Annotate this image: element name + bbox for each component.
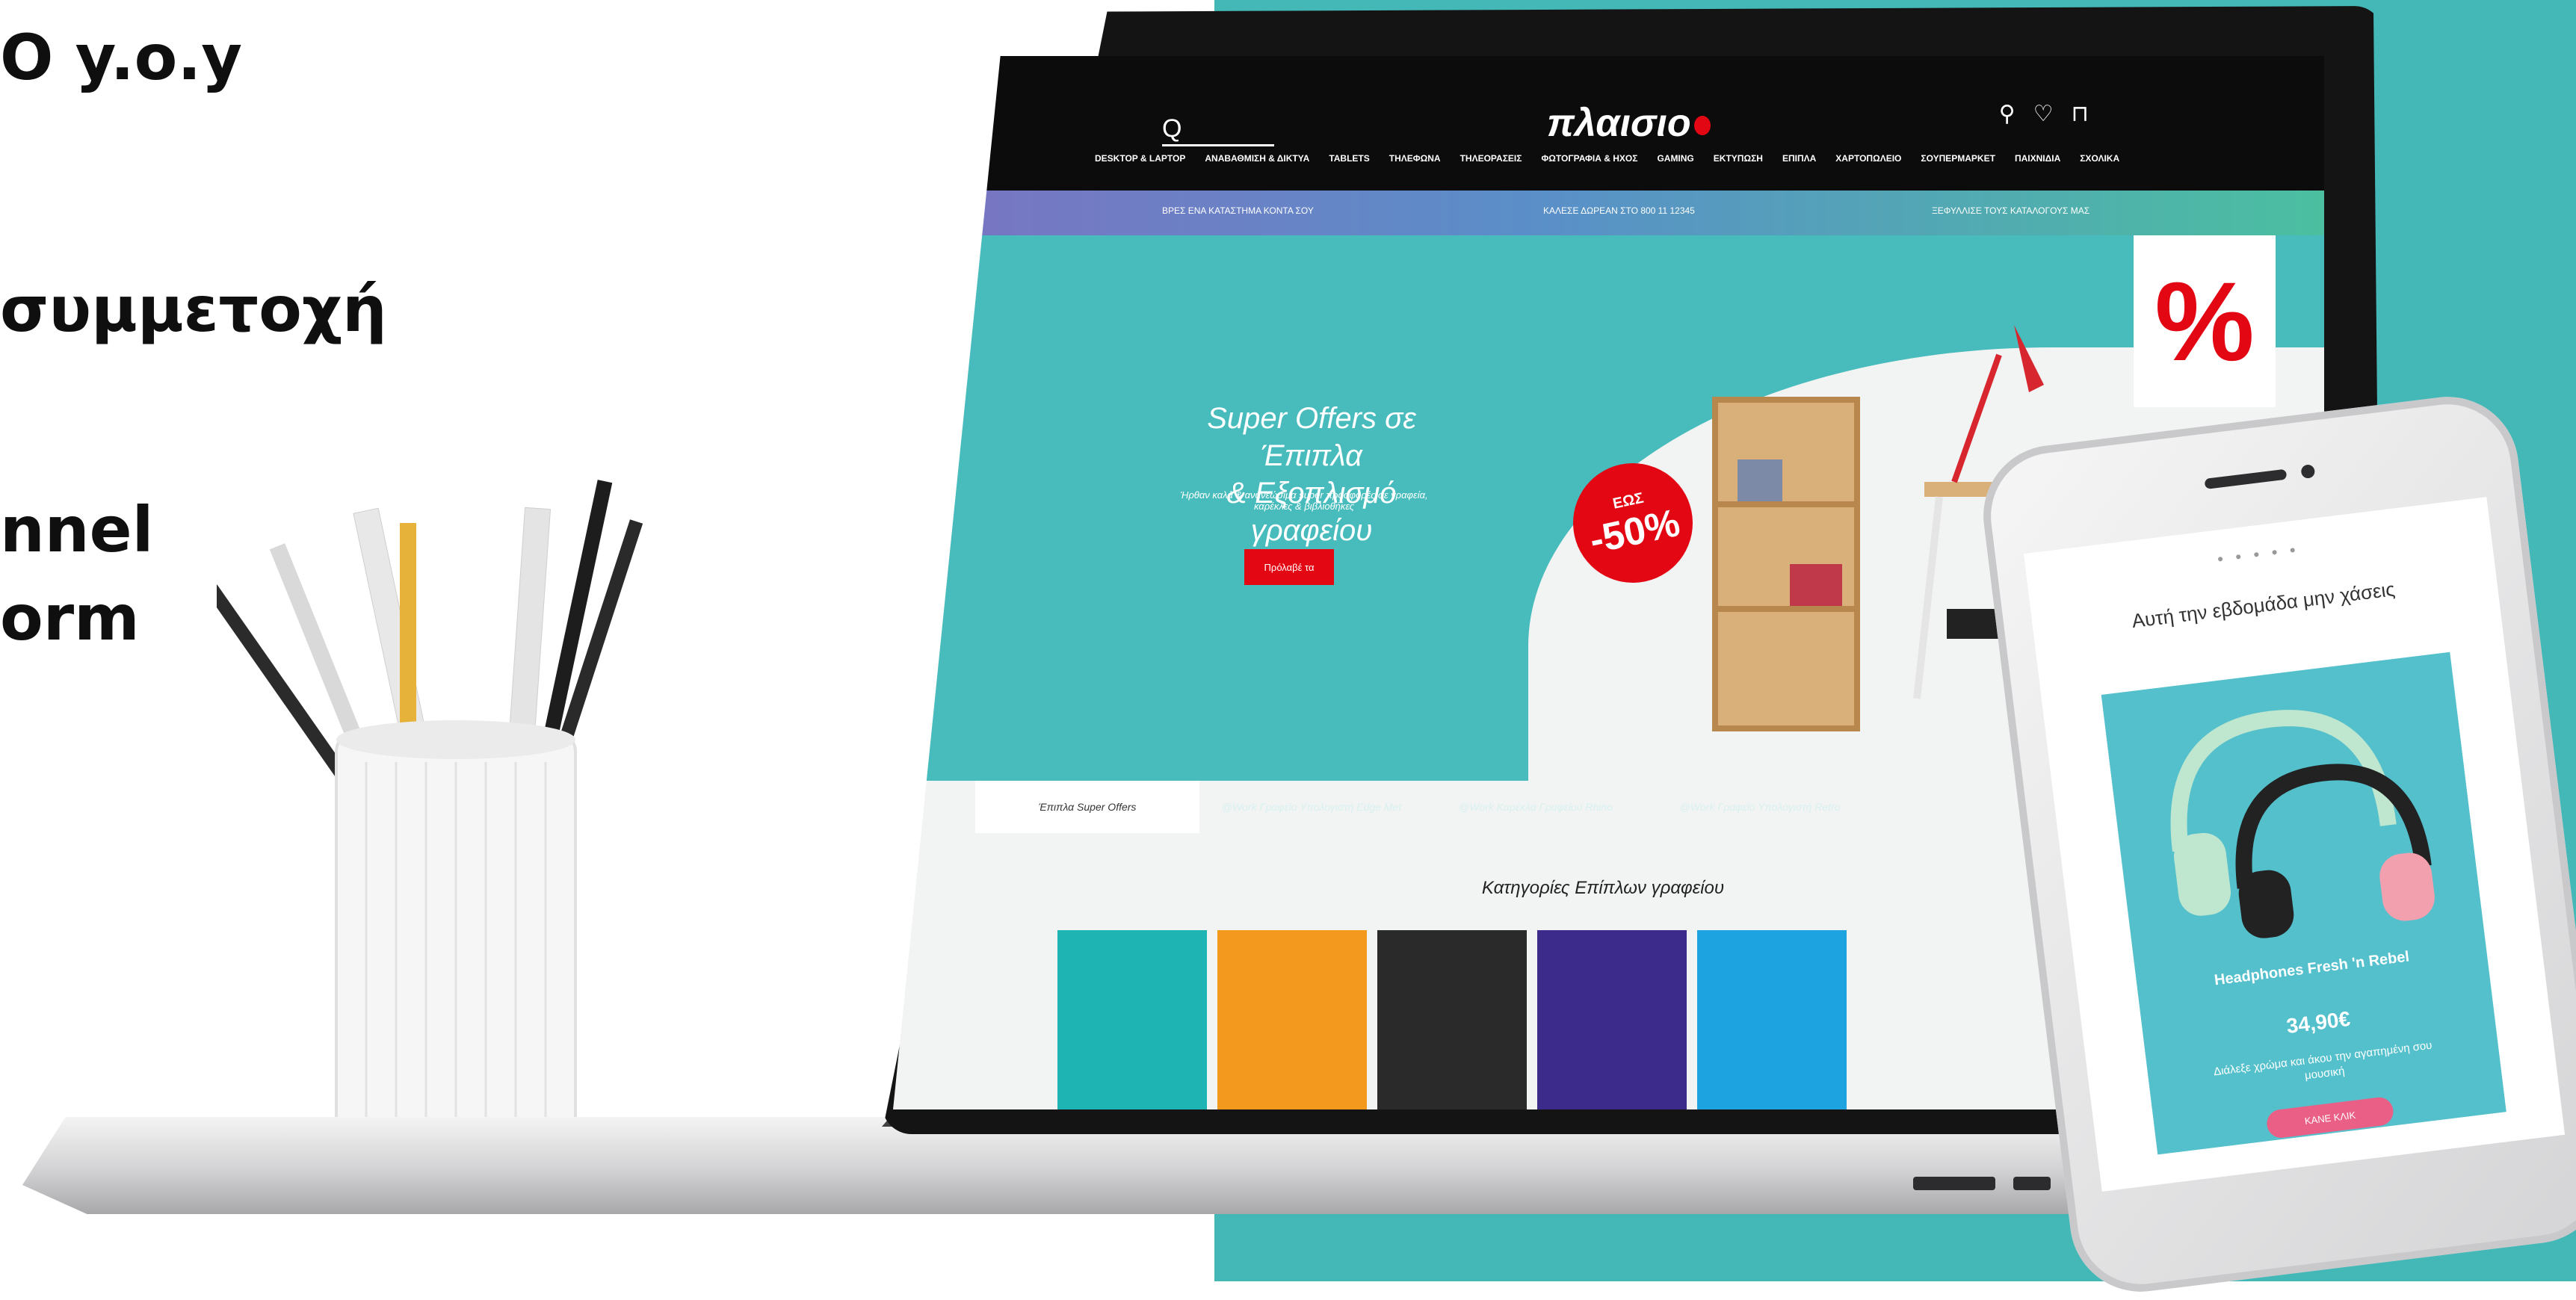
left-text-line-4: orm bbox=[0, 581, 140, 654]
percent-sign-tag: % bbox=[2134, 235, 2276, 407]
category-tile-footrest[interactable] bbox=[1217, 930, 1367, 1109]
hero-title-line-1: Super Offers σε Έπιπλα bbox=[1207, 402, 1416, 472]
hero-title-line-2: & Εξοπλισμό γραφείου bbox=[1226, 477, 1397, 547]
info-strip: ΒΡΕΣ ΕΝΑ ΚΑΤΑΣΤΗΜΑ ΚΟΝΤΑ ΣΟΥ ΚΑΛΕΣΕ ΔΩΡΕ… bbox=[893, 191, 2324, 235]
phone-screen: ● ● ● ● ● Αυτή την εβδομάδα μην χάσεις H… bbox=[2023, 497, 2566, 1192]
nav-item[interactable]: DESKTOP & LAPTOP bbox=[1095, 153, 1185, 176]
nav-item[interactable]: ΦΩΤΟΓΡΑΦΙΑ & ΗΧΟΣ bbox=[1541, 153, 1637, 176]
site-header: Q πλαισιο ⚲ ♡ ⊓ bbox=[893, 56, 2324, 149]
category-nav: DESKTOP & LAPTOP ΑΝΑΒΑΘΜΙΣΗ & ΔΙΚΤΥΑ TAB… bbox=[1095, 153, 2216, 176]
tab-rhino[interactable]: @Work Καρέκλα Γραφείου Rhino bbox=[1424, 781, 1648, 833]
offer-tabs: Έπιπλα Super Offers @Work Γραφείο Υπολογ… bbox=[975, 781, 2096, 833]
site-logo[interactable]: πλαισιο bbox=[1547, 101, 1711, 146]
left-text-line-2: συμμετοχή bbox=[0, 273, 387, 346]
logo-dot bbox=[1693, 116, 1711, 136]
user-icon[interactable]: ⚲ bbox=[1999, 101, 2016, 127]
hero-title: Super Offers σε Έπιπλα & Εξοπλισμό γραφε… bbox=[1162, 400, 1461, 549]
header-icons: ⚲ ♡ ⊓ bbox=[1999, 101, 2089, 127]
tab-edge-met[interactable]: @Work Γραφείο Υπολογιστή Edge Met bbox=[1199, 781, 1424, 833]
phone-link[interactable]: ΚΑΛΕΣΕ ΔΩΡΕΑΝ ΣΤΟ 800 11 12345 bbox=[1543, 205, 1695, 216]
nav-item[interactable]: ΣΧΟΛΙΚΑ bbox=[2080, 153, 2119, 176]
search-icon: Q bbox=[1162, 114, 1182, 143]
category-tiles bbox=[1057, 930, 1847, 1109]
pencil-cup-illustration bbox=[217, 480, 643, 1167]
cart-icon[interactable]: ⊓ bbox=[2072, 101, 2089, 127]
hero-subtitle: Ήρθαν καλά & ανανεώσιμα super προσφορές … bbox=[1180, 489, 1428, 512]
nav-item[interactable]: ΑΝΑΒΑΘΜΙΣΗ & ΔΙΚΤΥΑ bbox=[1205, 153, 1309, 176]
phone-cta-button[interactable]: ΚΑΝΕ ΚΛΙΚ bbox=[2265, 1095, 2395, 1140]
product-card[interactable]: Headphones Fresh 'n Rebel 34,90€ Διάλεξε… bbox=[2101, 651, 2506, 1155]
catalogs-link[interactable]: ΞΕΦΥΛΛΙΣΕ ΤΟΥΣ ΚΑΤΑΛΟΓΟΥΣ ΜΑΣ bbox=[1932, 205, 2089, 216]
nav-item[interactable]: ΣΟΥΠΕΡΜΑΡΚΕΤ bbox=[1921, 153, 1995, 176]
hero-cta-button[interactable]: Πρόλαβέ τα bbox=[1244, 549, 1334, 585]
store-locator-link[interactable]: ΒΡΕΣ ΕΝΑ ΚΑΤΑΣΤΗΜΑ ΚΟΝΤΑ ΣΟΥ bbox=[1162, 205, 1314, 216]
category-tile-trays[interactable] bbox=[1697, 930, 1847, 1109]
nav-item[interactable]: ΕΠΙΠΛΑ bbox=[1782, 153, 1816, 176]
tab-retro[interactable]: @Work Γραφείο Υπολογιστή Retro bbox=[1648, 781, 1872, 833]
category-tile-desks[interactable] bbox=[1377, 930, 1527, 1109]
categories-title: Κατηγορίες Επίπλων γραφείου bbox=[1481, 878, 1725, 898]
smartphone: ● ● ● ● ● Αυτή την εβδομάδα μην χάσεις H… bbox=[1975, 389, 2576, 1300]
nav-item[interactable]: ΤΗΛΕΟΡΑΣΕΙΣ bbox=[1460, 153, 1522, 176]
headphones-image bbox=[2170, 710, 2435, 938]
phone-heading: Αυτή την εβδομάδα μην χάσεις bbox=[2131, 578, 2397, 633]
nav-item[interactable]: ΧΑΡΤΟΠΩΛΕΙΟ bbox=[1835, 153, 1901, 176]
nav-item[interactable]: TABLETS bbox=[1329, 153, 1369, 176]
product-description: Διάλεξε χρώμα και άκου την αγαπημένη σου… bbox=[2213, 1039, 2433, 1083]
tab-super-offers[interactable]: Έπιπλα Super Offers bbox=[975, 781, 1199, 833]
category-tile-chairs[interactable] bbox=[1057, 930, 1207, 1109]
left-text-line-3: nnel bbox=[0, 493, 154, 566]
badge-percent: -50% bbox=[1585, 501, 1684, 563]
logo-text: πλαισιο bbox=[1547, 102, 1691, 145]
nav-item[interactable]: ΕΚΤΥΠΩΣΗ bbox=[1714, 153, 1763, 176]
nav-item[interactable]: GAMING bbox=[1657, 153, 1693, 176]
heart-icon[interactable]: ♡ bbox=[2033, 101, 2054, 127]
percent-symbol: % bbox=[2155, 258, 2255, 384]
search-input[interactable]: Q bbox=[1162, 114, 1274, 146]
nav-item[interactable]: ΤΗΛΕΦΩΝΑ bbox=[1389, 153, 1441, 176]
nav-item[interactable]: ΠΑΙΧΝΙΔΙΑ bbox=[2015, 153, 2060, 176]
left-text-line-1: O y.o.y bbox=[0, 21, 242, 94]
category-tile-coffee[interactable] bbox=[1537, 930, 1687, 1109]
